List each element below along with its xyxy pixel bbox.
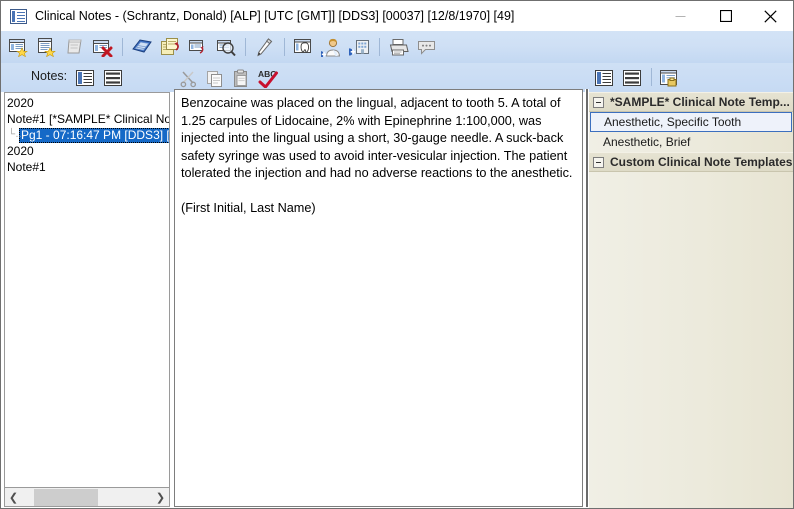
cut-button[interactable] [177, 67, 201, 89]
scroll-left-icon[interactable]: ❮ [5, 488, 22, 506]
note-history-icon [161, 38, 179, 55]
templates-toolbar-separator [651, 68, 652, 86]
printer-icon [389, 39, 409, 56]
hscrollbar-thumb[interactable] [34, 488, 98, 506]
delete-note-button[interactable] [90, 34, 116, 60]
notes-tree-panel[interactable]: 2020 Note#1 [*SAMPLE* Clinical Not └… Pg… [4, 92, 170, 488]
provider-person-icon [321, 38, 341, 57]
window-controls [658, 1, 793, 31]
abc-check-icon: ABC [258, 69, 278, 88]
toolbar-separator-4 [379, 38, 380, 56]
tree-row[interactable]: Note#1 [*SAMPLE* Clinical Not [5, 111, 169, 127]
scissors-icon [180, 70, 197, 87]
tree-row-selected[interactable]: └… Pg1 - 07:16:47 PM [DDS3] [ [5, 127, 169, 143]
tree-row[interactable]: Note#1 [5, 159, 169, 175]
tree-row-label: 2020 [7, 144, 34, 158]
edit-note-button[interactable] [185, 34, 211, 60]
clinical-notes-window-icon [10, 8, 27, 24]
tree-row-label: Pg1 - 07:16:47 PM [DDS3] [ [19, 127, 170, 143]
templates-panel: *SAMPLE* Clinical Note Temp... Anestheti… [589, 63, 793, 508]
toolbar-separator-3 [284, 38, 285, 56]
delete-note-icon [93, 40, 113, 57]
notes-label: Notes: [31, 69, 68, 83]
toolbar-separator-1 [122, 38, 123, 56]
window-title: Clinical Notes - (Schrantz, Donald) [ALP… [35, 9, 515, 23]
tree-row[interactable]: 2020 [5, 143, 169, 159]
template-item-anesthetic-specific-tooth[interactable]: Anesthetic, Specific Tooth [590, 112, 792, 132]
notes-view-list-icon [104, 69, 122, 86]
building-icon [349, 40, 369, 56]
template-group-header[interactable]: Custom Clinical Note Templates [589, 152, 793, 172]
note-history-button[interactable] [157, 34, 183, 60]
comment-bubble-icon [418, 41, 435, 55]
maximize-button[interactable] [703, 1, 748, 31]
notes-view-detail-icon [76, 69, 94, 86]
templates-view-detail-icon [595, 69, 613, 86]
clinical-notes-window: Clinical Notes - (Schrantz, Donald) [ALP… [0, 0, 794, 509]
template-group-label: *SAMPLE* Clinical Note Temp... [610, 95, 790, 109]
title-bar: Clinical Notes - (Schrantz, Donald) [ALP… [1, 1, 793, 31]
attachments-button[interactable] [129, 34, 155, 60]
print-note-button[interactable] [386, 34, 412, 60]
signature-note-button[interactable] [62, 34, 88, 60]
new-clinical-note-button[interactable] [6, 34, 32, 60]
paste-button[interactable] [229, 67, 253, 89]
copy-button[interactable] [203, 67, 227, 89]
template-item-label: Anesthetic, Specific Tooth [604, 115, 742, 129]
notes-tree-list: 2020 Note#1 [*SAMPLE* Clinical Not └… Pg… [5, 93, 169, 175]
edit-note-icon [189, 40, 204, 54]
new-page-icon [38, 38, 56, 57]
note-paragraph-2: (First Initial, Last Name) [181, 200, 316, 215]
new-template-button[interactable] [657, 67, 681, 89]
copy-icon [207, 70, 222, 87]
minimize-button[interactable] [658, 1, 703, 31]
close-button[interactable] [748, 1, 793, 31]
spellcheck-button[interactable]: ABC [256, 67, 280, 89]
collapse-icon[interactable] [593, 96, 604, 108]
note-paragraph-1: Benzocaine was placed on the lingual, ad… [181, 96, 573, 180]
pen-icon [257, 38, 273, 57]
magnifier-note-icon [217, 40, 236, 57]
tooth-chart-icon [294, 39, 311, 53]
provider-button[interactable] [319, 34, 345, 60]
templates-view-detail-button[interactable] [593, 67, 615, 88]
scroll-right-icon[interactable]: ❯ [152, 488, 169, 506]
templates-tree: *SAMPLE* Clinical Note Temp... Anestheti… [589, 92, 793, 508]
tree-row-label: 2020 [7, 96, 34, 110]
blue-book-icon [132, 39, 152, 53]
template-item-anesthetic-brief[interactable]: Anesthetic, Brief [589, 132, 793, 152]
notes-tree-hscrollbar[interactable]: ❮ ❯ [4, 488, 170, 507]
notes-view-detail-button[interactable] [74, 67, 96, 88]
new-note-page-button[interactable] [34, 34, 60, 60]
tree-connector-icon: └… [8, 129, 26, 140]
templates-toolbar [589, 63, 793, 92]
new-note-icon [9, 39, 28, 57]
practice-button[interactable] [347, 34, 373, 60]
main-toolbar [1, 31, 793, 64]
templates-view-list-icon [623, 69, 641, 86]
comment-note-button[interactable] [414, 34, 440, 60]
note-paragraph-spacer [181, 183, 575, 200]
clipboard-icon [234, 69, 247, 87]
note-text-editor[interactable]: Benzocaine was placed on the lingual, ad… [174, 89, 583, 507]
templates-view-list-button[interactable] [621, 67, 643, 88]
notes-view-list-button[interactable] [102, 67, 124, 88]
tree-row[interactable]: 2020 [5, 95, 169, 111]
template-group-header[interactable]: *SAMPLE* Clinical Note Temp... [589, 92, 793, 112]
toolbar-separator-2 [245, 38, 246, 56]
sign-note-button[interactable] [252, 34, 278, 60]
tree-row-label: Note#1 [7, 160, 46, 174]
template-group-label: Custom Clinical Note Templates [610, 155, 793, 169]
find-note-button[interactable] [213, 34, 239, 60]
signature-pad-icon [67, 39, 82, 54]
new-template-icon [660, 70, 677, 87]
tree-row-label: Note#1 [*SAMPLE* Clinical Not [7, 112, 170, 126]
template-item-label: Anesthetic, Brief [603, 135, 691, 149]
tooth-chart-button[interactable] [291, 34, 317, 60]
hscrollbar-track[interactable] [22, 488, 152, 506]
collapse-icon[interactable] [593, 156, 604, 168]
